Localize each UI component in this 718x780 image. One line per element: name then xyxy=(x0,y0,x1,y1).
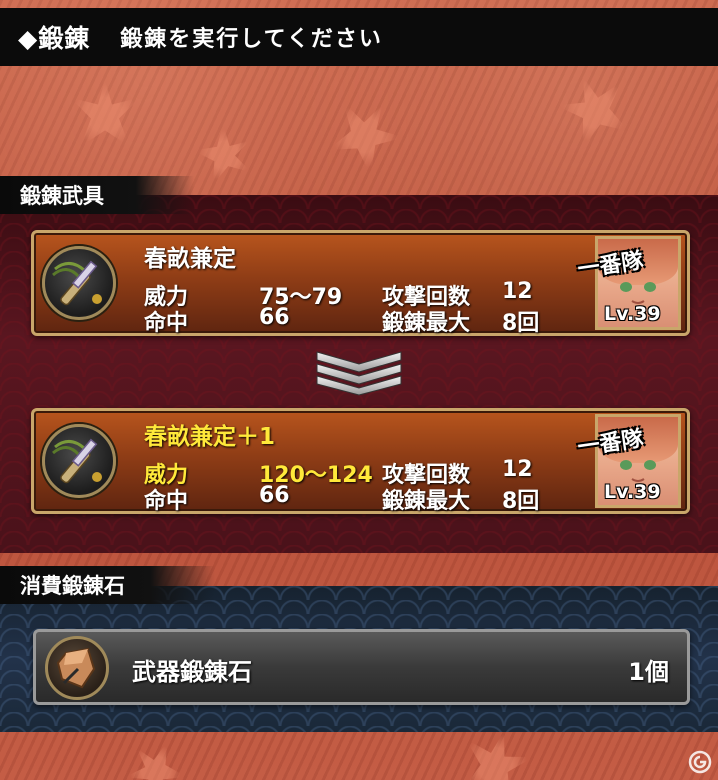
forge-stone-item[interactable]: 武器鍛錬石 1個 xyxy=(33,629,690,705)
weapon-icon xyxy=(42,424,116,498)
screen-instruction: 鍛錬を実行してください xyxy=(120,27,383,52)
forge-stone-icon xyxy=(45,636,109,700)
maple-leaf-decoration xyxy=(187,117,263,193)
max-value: 8回 xyxy=(502,489,540,514)
screen-header: ◆鍛錬 鍛錬を実行してください xyxy=(0,8,718,66)
forge-stone-name: 武器鍛錬石 xyxy=(132,658,252,686)
max-label: 鍛錬最大 xyxy=(382,489,471,514)
max-value: 8回 xyxy=(502,311,540,336)
maple-leaf-decoration xyxy=(70,80,140,147)
watermark-logo-icon xyxy=(688,750,712,774)
maple-leaf-decoration xyxy=(317,87,413,183)
forge-weapon-section-label: 鍛錬武具 xyxy=(0,176,194,214)
character-level: Lv.39 xyxy=(604,303,661,325)
hit-value: 66 xyxy=(259,305,290,330)
hit-label: 命中 xyxy=(144,489,189,514)
maple-leaf-decoration xyxy=(550,65,640,155)
attacks-value: 12 xyxy=(502,457,533,482)
maple-leaf-decoration xyxy=(116,731,195,780)
max-label: 鍛錬最大 xyxy=(382,311,471,336)
chevron-down-triple-icon xyxy=(316,351,402,396)
weapon-icon xyxy=(42,246,116,320)
result-weapon-card[interactable]: 春畝兼定＋1 威力 120〜124 攻撃回数 12 命中 66 鍛錬最大 8回 … xyxy=(31,408,690,514)
current-weapon-card[interactable]: 春畝兼定 威力 75〜79 攻撃回数 12 命中 66 鍛錬最大 8回 Lv.3… xyxy=(31,230,690,336)
screen-title: ◆鍛錬 xyxy=(18,24,91,53)
weapon-name: 春畝兼定 xyxy=(144,246,236,272)
consumed-stone-section-label: 消費鍛錬石 xyxy=(0,566,215,604)
attacks-value: 12 xyxy=(502,279,533,304)
forge-stone-count: 1個 xyxy=(628,658,669,686)
character-level: Lv.39 xyxy=(604,481,661,503)
hit-value: 66 xyxy=(259,483,290,508)
hit-label: 命中 xyxy=(144,311,189,336)
upgraded-weapon-name: 春畝兼定＋1 xyxy=(144,424,276,450)
